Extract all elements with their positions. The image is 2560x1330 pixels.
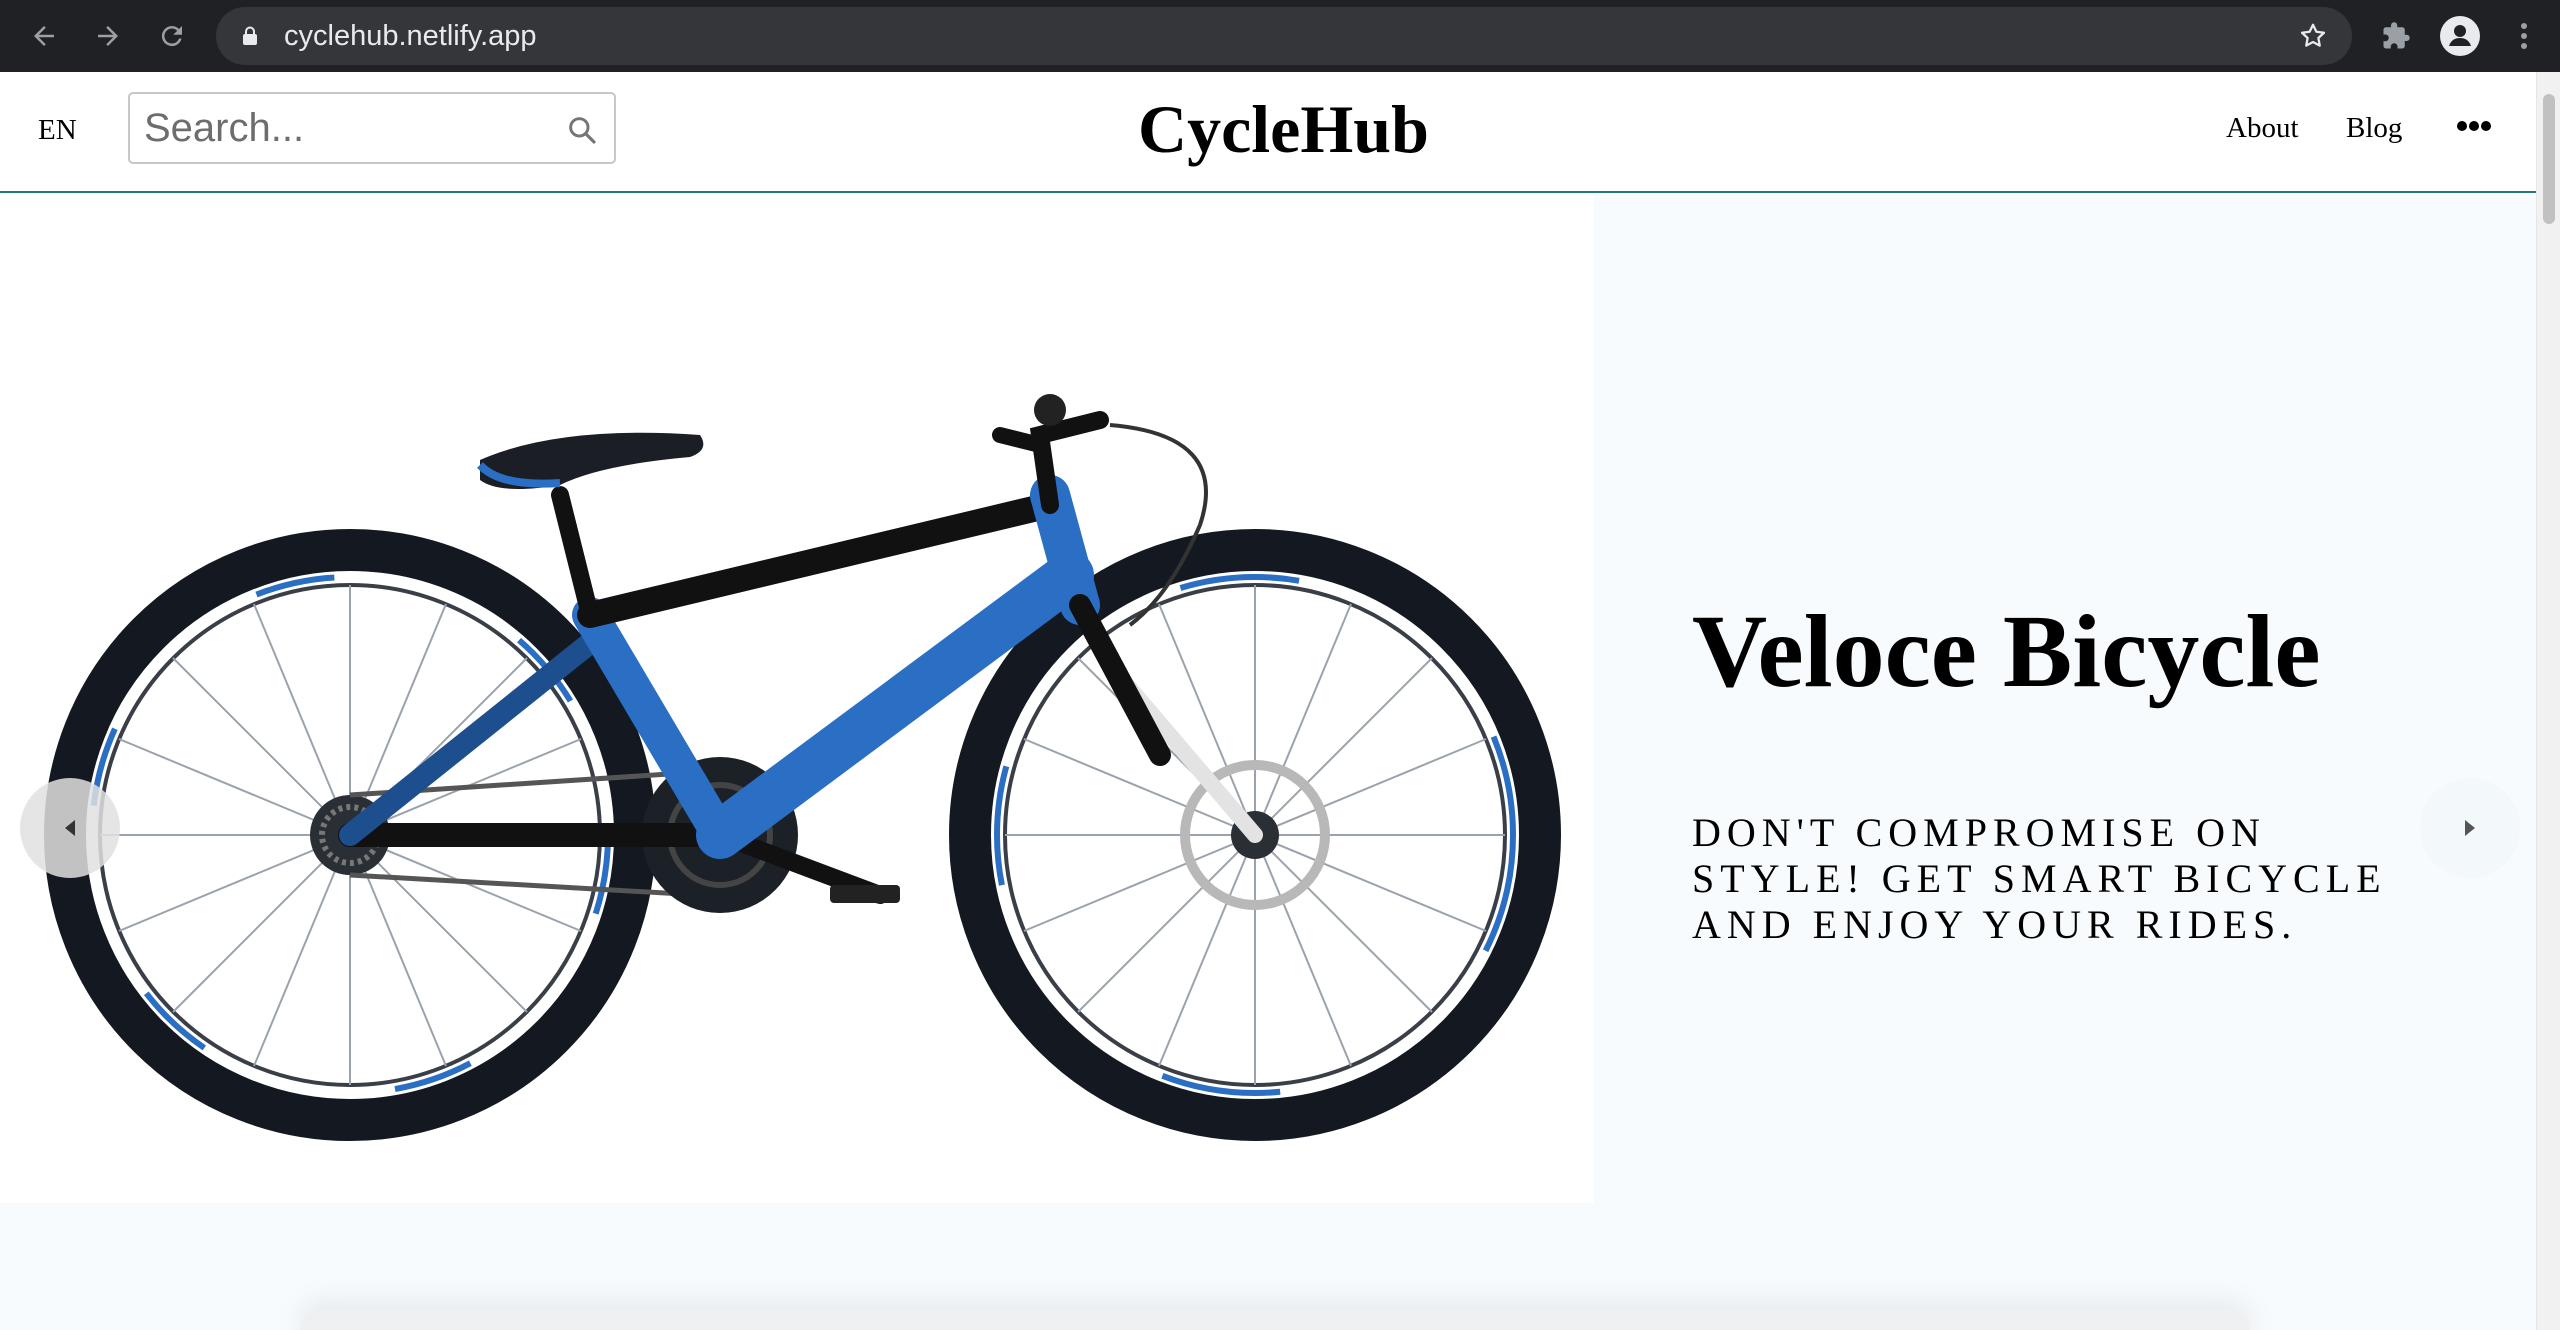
search-icon[interactable] — [566, 114, 598, 146]
carousel-prev-button[interactable] — [20, 778, 120, 878]
reload-button[interactable] — [150, 14, 194, 58]
search-box[interactable] — [128, 92, 616, 164]
puzzle-icon — [2383, 22, 2410, 49]
arrow-left-icon — [34, 26, 54, 46]
search-input[interactable] — [144, 102, 544, 154]
avatar-icon — [2440, 16, 2480, 56]
bicycle-illustration — [44, 394, 1561, 1141]
caret-right-icon — [2465, 820, 2475, 836]
reload-icon — [161, 26, 182, 47]
profile-button[interactable] — [2438, 14, 2482, 58]
address-bar[interactable]: cyclehub.netlify.app — [216, 7, 2352, 65]
url-text: cyclehub.netlify.app — [284, 20, 537, 52]
caret-left-icon — [65, 820, 75, 836]
hero-text-block: Veloce Bicycle Don't compromise on style… — [1692, 600, 2492, 948]
language-selector[interactable]: EN — [38, 114, 77, 147]
carousel-next-button[interactable] — [2420, 778, 2520, 878]
hero-title: Veloce Bicycle — [1692, 594, 2321, 709]
more-options-icon[interactable] — [2456, 120, 2492, 132]
browser-menu-button[interactable] — [2502, 14, 2546, 58]
nav-link-about[interactable]: About — [2226, 112, 2299, 145]
kebab-icon — [2521, 23, 2527, 49]
nav-link-blog[interactable]: Blog — [2346, 112, 2402, 145]
star-icon[interactable] — [2298, 21, 2328, 51]
page-scrollbar[interactable] — [2536, 72, 2560, 1330]
arrow-right-icon — [98, 26, 118, 46]
browser-toolbar: cyclehub.netlify.app — [0, 0, 2560, 72]
extensions-button[interactable] — [2374, 14, 2418, 58]
hero-subtitle: Don't compromise on style! Get smart bic… — [1692, 810, 2387, 947]
back-button[interactable] — [22, 14, 66, 58]
next-section-card-edge — [300, 1310, 2250, 1330]
hero-image — [0, 195, 1594, 1203]
site-logo[interactable]: CycleHub — [1138, 90, 1429, 169]
site-header: EN CycleHub About Blog — [0, 72, 2536, 193]
forward-button[interactable] — [86, 14, 130, 58]
lock-icon — [243, 26, 257, 45]
scrollbar-thumb[interactable] — [2543, 94, 2555, 224]
